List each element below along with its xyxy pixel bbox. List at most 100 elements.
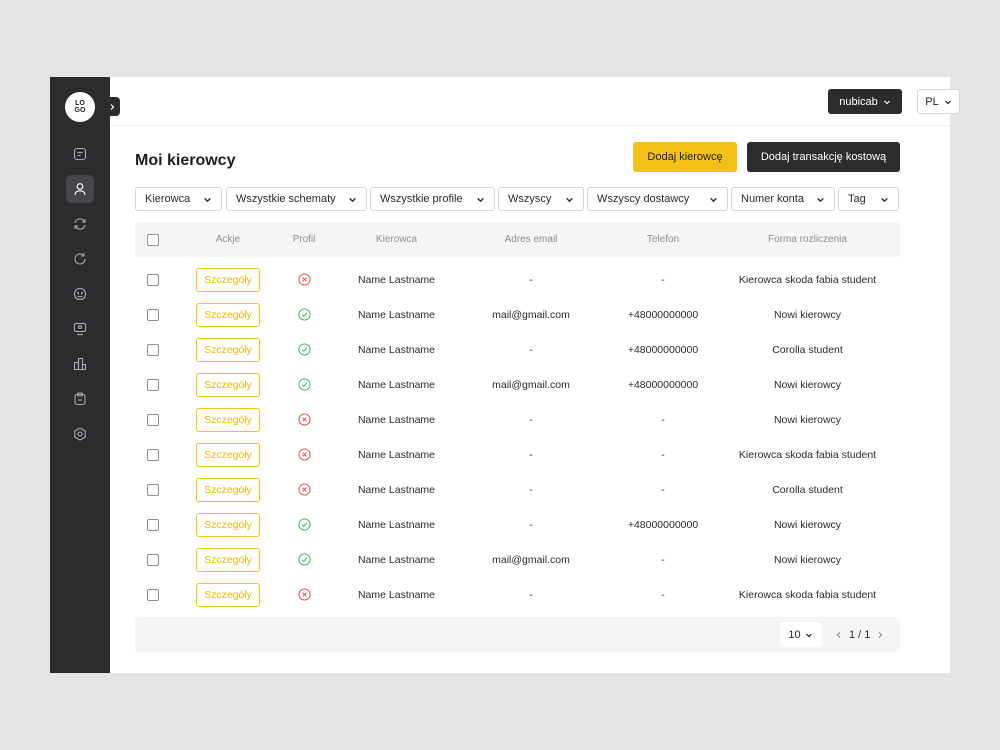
details-button[interactable]: Szczegóły — [196, 407, 260, 432]
row-checkbox[interactable] — [146, 378, 159, 391]
sidebar-item-refresh[interactable] — [66, 245, 94, 273]
header-checkbox-cell — [146, 222, 159, 257]
details-button[interactable]: Szczegóły — [196, 302, 260, 327]
details-button[interactable]: Szczegóły — [196, 477, 260, 502]
filter-providers[interactable]: Wszyscy dostawcy — [587, 187, 728, 211]
chevron-down-icon — [805, 633, 812, 637]
filter-status[interactable]: Wszyscy — [498, 187, 584, 211]
row-checkbox[interactable] — [146, 448, 159, 461]
sidebar-item-receipts[interactable] — [66, 385, 94, 413]
document-icon — [73, 147, 87, 161]
check-circle-icon — [297, 308, 311, 321]
filter-schemes[interactable]: Wszystkie schematy — [226, 187, 367, 211]
sidebar-item-sync[interactable] — [66, 210, 94, 238]
billing-form: Nowi kierowcy — [773, 518, 842, 531]
billing-form: Kierowca skoda fabia student — [738, 588, 877, 601]
page-navigation: 1 / 1 — [835, 622, 884, 647]
filter-label: Tag — [848, 193, 866, 205]
row-checkbox[interactable] — [146, 483, 159, 496]
sidebar-item-buildings[interactable] — [66, 350, 94, 378]
row-checkbox[interactable] — [146, 518, 159, 531]
filter-driver[interactable]: Kierowca — [135, 187, 222, 211]
driver-email: - — [529, 448, 533, 461]
details-button[interactable]: Szczegóły — [196, 547, 260, 572]
actions-cell: Szczegóły — [195, 297, 261, 332]
x-circle-icon — [297, 273, 311, 286]
sidebar: LO GO — [50, 77, 110, 673]
sidebar-toggle-button[interactable] — [103, 97, 120, 116]
filter-profiles[interactable]: Wszystkie profile — [370, 187, 495, 211]
filter-label: Wszystkie profile — [380, 193, 463, 205]
add-driver-button[interactable]: Dodaj kierowcę — [633, 142, 737, 172]
filter-tag[interactable]: Tag — [838, 187, 899, 211]
receipt-icon — [74, 392, 86, 406]
table-row: Szczegóły Name Lastname - +48000000000 Corol… — [135, 332, 900, 367]
top-bar: nubicab PL — [110, 77, 960, 126]
row-checkbox-cell — [146, 542, 159, 577]
page-title: Moi kierowcy — [135, 152, 236, 169]
sidebar-item-face[interactable] — [66, 280, 94, 308]
row-checkbox-cell — [146, 332, 159, 367]
row-checkbox-cell — [146, 262, 159, 297]
table-row: Szczegóły Name Lastname - - Kierowca skoda f… — [135, 262, 900, 297]
row-checkbox-cell — [146, 472, 159, 507]
filter-label: Wszyscy — [508, 193, 552, 205]
driver-name: Name Lastname — [357, 273, 436, 286]
row-checkbox[interactable] — [146, 308, 159, 321]
driver-email: mail@gmail.com — [492, 308, 570, 321]
language-dropdown[interactable]: PL — [917, 89, 960, 114]
app-window: LO GO nubicab PL Moi kierowcy Dodaj kier… — [50, 77, 960, 673]
driver-email: mail@gmail.com — [492, 378, 570, 391]
driver-name: Name Lastname — [357, 413, 436, 426]
header-driver: Kierowca — [375, 234, 418, 245]
account-dropdown[interactable]: nubicab — [828, 89, 902, 114]
prev-page-button[interactable] — [835, 631, 843, 639]
row-checkbox[interactable] — [146, 413, 159, 426]
details-button[interactable]: Szczegóły — [196, 267, 260, 292]
row-checkbox[interactable] — [146, 273, 159, 286]
monitor-user-icon — [73, 322, 87, 336]
driver-phone: +48000000000 — [627, 308, 699, 321]
details-button[interactable]: Szczegóły — [196, 337, 260, 362]
account-label: nubicab — [839, 95, 878, 108]
profile-status — [280, 437, 328, 472]
driver-email: - — [529, 518, 533, 531]
billing-form: Nowi kierowcy — [773, 378, 842, 391]
profile-status — [280, 402, 328, 437]
row-checkbox[interactable] — [146, 588, 159, 601]
sidebar-item-drivers[interactable] — [66, 175, 94, 203]
page-size-dropdown[interactable]: 10 — [780, 622, 821, 647]
billing-form: Nowi kierowcy — [773, 413, 842, 426]
table-row: Szczegóły Name Lastname mail@gmail.com - Now… — [135, 542, 900, 577]
sidebar-item-monitor[interactable] — [66, 315, 94, 343]
driver-phone: - — [661, 588, 665, 601]
refresh-icon — [74, 253, 86, 265]
driver-phone: - — [661, 483, 665, 496]
header-email: Adres email — [504, 234, 558, 245]
chevron-down-icon — [883, 100, 890, 104]
driver-email: - — [529, 483, 533, 496]
table-row: Szczegóły Name Lastname - - Kierowca skoda f… — [135, 577, 900, 612]
row-checkbox[interactable] — [146, 553, 159, 566]
row-checkbox[interactable] — [146, 343, 159, 356]
table-row: Szczegóły Name Lastname mail@gmail.com +480… — [135, 297, 900, 332]
logo[interactable]: LO GO — [65, 92, 95, 122]
chevron-down-icon — [349, 197, 356, 202]
profile-status — [280, 577, 328, 612]
page-info: 1 / 1 — [849, 628, 871, 641]
details-button[interactable]: Szczegóły — [196, 582, 260, 607]
sidebar-item-documents[interactable] — [66, 140, 94, 168]
next-page-button[interactable] — [876, 631, 884, 639]
details-button[interactable]: Szczegóły — [196, 512, 260, 537]
chevron-down-icon — [817, 197, 824, 202]
filter-account-number[interactable]: Numer konta — [731, 187, 835, 211]
add-cost-transaction-button[interactable]: Dodaj transakcję kostową — [747, 142, 900, 172]
x-circle-icon — [297, 413, 311, 426]
row-checkbox-cell — [146, 507, 159, 542]
profile-status — [280, 472, 328, 507]
driver-name: Name Lastname — [357, 588, 436, 601]
sidebar-item-settings[interactable] — [66, 420, 94, 448]
select-all-checkbox[interactable] — [146, 233, 159, 246]
details-button[interactable]: Szczegóły — [196, 372, 260, 397]
details-button[interactable]: Szczegóły — [196, 442, 260, 467]
